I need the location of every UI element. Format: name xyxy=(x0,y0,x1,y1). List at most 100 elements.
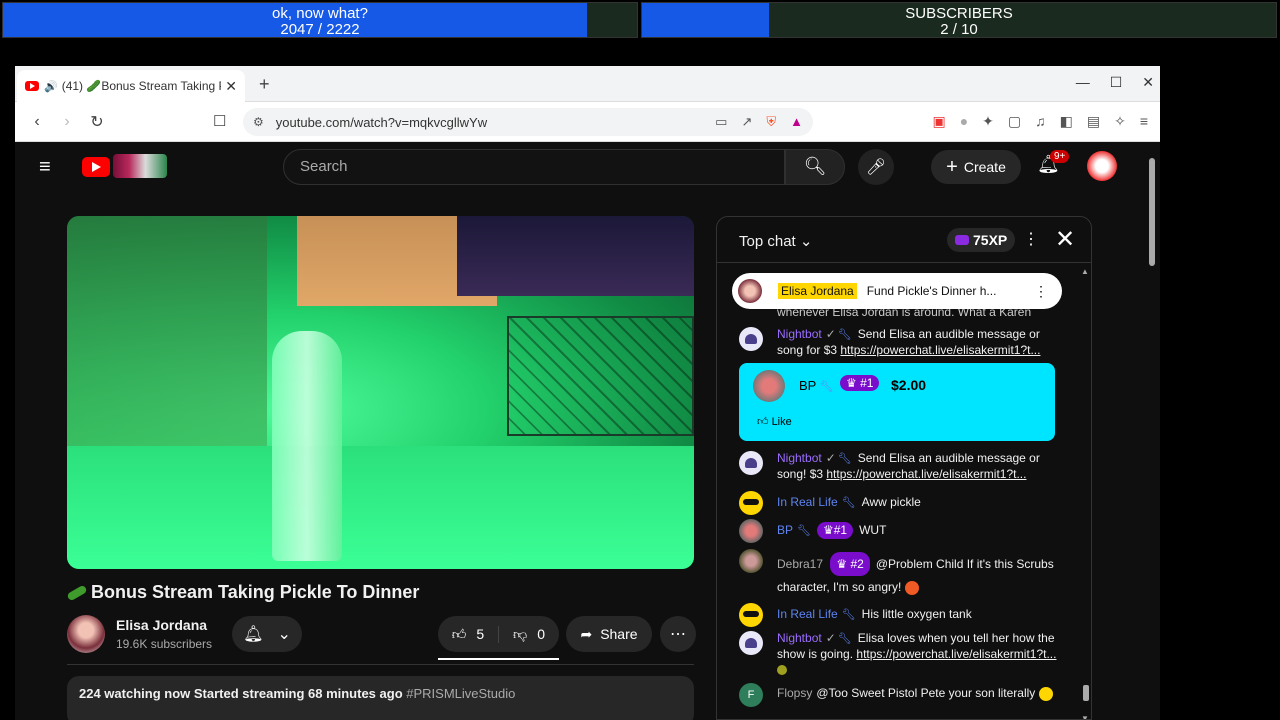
scrollbar-thumb[interactable] xyxy=(1083,685,1089,701)
top-chat-dropdown[interactable]: Top chat ⌄ xyxy=(739,232,812,250)
chat-link[interactable]: https://powerchat.live/elisakermit1?t... xyxy=(856,647,1056,661)
more-actions-button[interactable]: ⋯ xyxy=(660,616,696,652)
channel-avatar[interactable] xyxy=(67,615,105,653)
pinned-message[interactable]: Elisa Jordana Fund Pickle's Dinner h... … xyxy=(732,273,1062,309)
url-actions: ▭ ↗ ⛨ ▲ xyxy=(715,114,803,130)
search-input[interactable]: Search xyxy=(283,149,785,185)
like-label: Like xyxy=(771,416,792,428)
chat-message[interactable]: In Real Life 🔧︎ His little oxygen tank xyxy=(739,603,1059,627)
xp-badge[interactable]: 75XP xyxy=(947,228,1016,252)
maximize-button[interactable]: ☐ xyxy=(1110,74,1123,91)
chat-message[interactable]: Nightbot ✓ 🔧︎ Send Elisa an audible message… xyxy=(739,327,1059,358)
subscriber-count: 19.6K subscribers xyxy=(116,637,213,651)
speaker-icon[interactable]: 🔊 xyxy=(44,80,58,93)
video-player[interactable] xyxy=(67,216,694,569)
extension-red-icon[interactable]: ▣ xyxy=(932,113,945,130)
chat-message[interactable]: BP 🔧︎ ♛#1 WUT xyxy=(739,519,1059,543)
chat-message[interactable]: F Flopsy @Too Sweet Pistol Pete your son … xyxy=(739,683,1059,707)
notifications-badge: 9+ xyxy=(1050,150,1070,163)
verified-icon: ✓ xyxy=(825,327,836,341)
dislike-count: 0 xyxy=(537,625,545,642)
sidebar-icon[interactable]: ◧ xyxy=(1060,113,1073,130)
description-box[interactable]: 224 watching now Started streaming 68 mi… xyxy=(67,676,694,720)
search-button[interactable]: 🔍︎ xyxy=(785,149,845,185)
youtube-doodle[interactable] xyxy=(113,154,167,178)
page-scrollbar[interactable] xyxy=(1146,142,1158,720)
hashtag-link[interactable]: #PRISMLiveStudio xyxy=(406,686,515,701)
scroll-up-icon[interactable]: ▲ xyxy=(1081,267,1089,276)
chat-text: @Too Sweet Pistol Pete your son literall… xyxy=(816,686,1036,700)
scroll-down-icon[interactable]: ▼ xyxy=(1081,714,1089,719)
reload-button[interactable]: ↻ xyxy=(89,112,105,132)
live-chat: Top chat ⌄ 75XP ⋮ ✕ Elisa Jordana Fund P… xyxy=(716,216,1092,720)
minimize-button[interactable]: — xyxy=(1076,74,1090,91)
thumbs-up-icon: 👍︎ xyxy=(451,625,467,642)
leo-icon[interactable]: ✧ xyxy=(1114,113,1126,130)
share-icon: ➦ xyxy=(580,625,593,642)
browser-tab[interactable]: 🔊 (41) 🥒Bonus Stream Taking Pickle To Di… xyxy=(17,70,245,102)
chat-message[interactable]: Nightbot ✓ 🔧︎ Elisa loves when you tell her… xyxy=(739,631,1059,677)
close-window-button[interactable]: ✕ xyxy=(1142,74,1154,91)
hamburger-icon[interactable]: ≡ xyxy=(39,156,51,179)
emoji-icon xyxy=(777,664,787,675)
scrollbar-thumb[interactable] xyxy=(1149,158,1155,266)
new-tab-button[interactable]: + xyxy=(259,74,270,95)
subscription-bell-button[interactable]: 🔔︎ ⌄ xyxy=(232,616,302,652)
url-text[interactable]: youtube.com/watch?v=mqkvcgllwYw xyxy=(276,115,487,130)
back-button[interactable]: ‹ xyxy=(29,113,45,131)
channel-name[interactable]: Elisa Jordana xyxy=(116,617,207,633)
browser-toolbar: ‹ › ↻ ☐ ⚙ youtube.com/watch?v=mqkvcgllwY… xyxy=(15,102,1160,142)
superchat-like-button[interactable]: 👍︎ Like xyxy=(757,415,792,428)
site-info-icon[interactable]: ⚙ xyxy=(253,115,264,129)
close-chat-icon[interactable]: ✕ xyxy=(1055,225,1075,254)
like-underline xyxy=(438,658,559,660)
moderator-wrench-icon: 🔧︎ xyxy=(841,497,856,509)
menu-icon[interactable]: ≡ xyxy=(1140,113,1148,130)
like-dislike-group: 👍︎ 5 👎︎ 0 xyxy=(438,616,559,652)
tab-strip: 🔊 (41) 🥒Bonus Stream Taking Pickle To Di… xyxy=(15,66,1160,102)
voice-search-button[interactable]: 🎤︎ xyxy=(858,149,894,185)
chat-link[interactable]: https://powerchat.live/elisakermit1?t... xyxy=(826,467,1026,481)
emoji-icon xyxy=(1038,686,1053,701)
rank-badge-text: #2 xyxy=(850,557,864,571)
video-title-text: Bonus Stream Taking Pickle To Dinner xyxy=(91,582,420,602)
tab-close-icon[interactable]: ✕ xyxy=(225,78,237,95)
super-chat[interactable]: BP 🔧︎ ♛ #1 $2.00 👍︎ Like xyxy=(739,363,1055,441)
avatar xyxy=(739,603,763,627)
superchat-author-name: BP xyxy=(799,378,817,393)
bookmark-icon[interactable]: ☐ xyxy=(213,112,226,130)
plus-icon: + xyxy=(946,155,958,178)
chat-scrollbar[interactable]: ▲ ▼ xyxy=(1081,267,1091,719)
forward-button[interactable]: › xyxy=(59,113,75,131)
brave-shield-icon[interactable]: ⛨ xyxy=(766,114,776,130)
chat-message[interactable]: Debra17 ♛ #2 @Problem Child If it's this … xyxy=(739,549,1059,598)
chat-message[interactable]: Nightbot ✓ 🔧︎ Send Elisa an audible message… xyxy=(739,451,1059,482)
wallet-icon[interactable]: ▤ xyxy=(1087,113,1100,130)
chat-menu-icon[interactable]: ⋮ xyxy=(1023,229,1039,249)
youtube-logo-icon[interactable] xyxy=(82,157,110,177)
share-button[interactable]: ➦ Share xyxy=(566,616,652,652)
superchat-amount: $2.00 xyxy=(891,377,927,393)
brave-rewards-icon[interactable]: ▲ xyxy=(790,114,803,130)
extension-grey-icon[interactable]: ● xyxy=(960,113,968,130)
chat-link[interactable]: https://powerchat.live/elisakermit1?t... xyxy=(840,343,1040,357)
microphone-icon: 🎤︎ xyxy=(865,159,887,176)
share-icon[interactable]: ↗ xyxy=(741,114,752,130)
puzzle-icon[interactable]: ✦ xyxy=(982,113,994,130)
rank-badge: ♛ #2 xyxy=(830,552,870,576)
avatar xyxy=(739,327,763,351)
music-icon[interactable]: ♫ xyxy=(1035,113,1046,130)
cast-icon[interactable]: ▭ xyxy=(715,114,727,130)
like-button[interactable]: 👍︎ 5 xyxy=(438,625,499,643)
create-button[interactable]: + Create xyxy=(931,150,1021,184)
bell-icon: 🔔︎ xyxy=(243,626,264,643)
address-bar[interactable]: ⚙ youtube.com/watch?v=mqkvcgllwYw ▭ ↗ ⛨ … xyxy=(243,108,813,136)
account-avatar[interactable] xyxy=(1087,151,1117,181)
screenshot-icon[interactable]: ▢ xyxy=(1008,113,1021,130)
superchat-author: BP 🔧︎ xyxy=(799,378,840,393)
dislike-button[interactable]: 👎︎ 0 xyxy=(499,626,559,643)
pinned-menu-icon[interactable]: ⋮ xyxy=(1034,283,1048,300)
chat-message[interactable]: In Real Life 🔧︎ Aww pickle xyxy=(739,491,1059,515)
moderator-wrench-icon: 🔧︎ xyxy=(819,381,834,393)
avatar xyxy=(753,370,785,402)
